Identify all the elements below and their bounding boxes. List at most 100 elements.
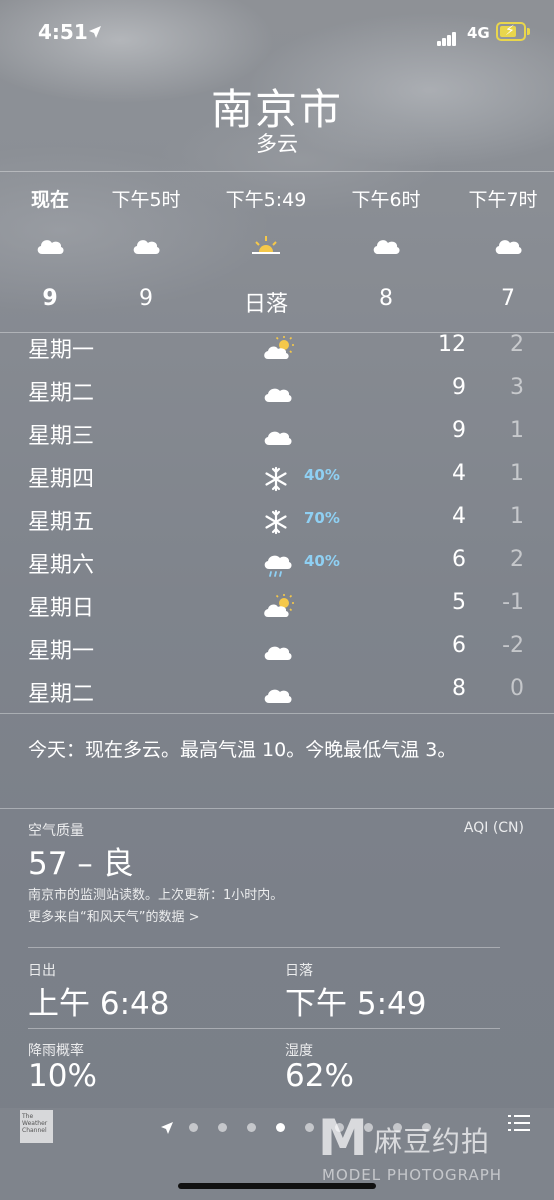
high-temp: 6 xyxy=(452,547,466,572)
hourly-temp: 8 xyxy=(379,286,393,311)
precip-probability: 40% xyxy=(304,552,340,570)
high-temp: 9 xyxy=(452,375,466,400)
daily-row: 星期三 9 1 xyxy=(0,413,554,456)
daily-row: 星期二 9 3 xyxy=(0,370,554,413)
humidity-value: 62% xyxy=(285,1058,354,1094)
home-indicator[interactable] xyxy=(178,1183,376,1189)
status-bar: 4:51 4G ⚡ xyxy=(0,0,554,64)
sunrise-label: 日出 xyxy=(28,963,56,979)
hourly-time: 下午7时 xyxy=(468,189,538,211)
cloud-icon xyxy=(264,646,292,660)
low-temp: 3 xyxy=(510,375,524,400)
low-temp: -2 xyxy=(502,633,524,658)
hourly-time: 现在 xyxy=(30,189,69,211)
divider xyxy=(28,947,500,948)
cloud-icon xyxy=(373,240,400,254)
daily-row: 星期一 12 2 xyxy=(0,327,554,370)
rain-icon xyxy=(264,555,292,577)
cloud-icon xyxy=(264,689,292,703)
divider xyxy=(28,1028,500,1029)
current-condition: 多云 xyxy=(256,132,298,156)
air-quality-more-link[interactable]: 更多来自“和风天气”的数据 > xyxy=(28,906,200,925)
sunrise-value: 上午 6:48 xyxy=(28,986,170,1022)
humidity-label: 湿度 xyxy=(285,1043,313,1059)
daily-row: 星期日 5 -1 xyxy=(0,585,554,628)
daily-row: 星期二 8 0 xyxy=(0,671,554,714)
location-arrow-icon xyxy=(89,26,101,38)
battery-icon: ⚡ xyxy=(496,22,526,41)
daily-row: 星期六 40% 6 2 xyxy=(0,542,554,585)
day-name: 星期日 xyxy=(28,596,95,621)
watermark-logo-icon: M xyxy=(318,1109,368,1167)
day-name: 星期三 xyxy=(28,424,95,449)
snow-icon xyxy=(265,509,287,535)
high-temp: 4 xyxy=(452,504,466,529)
cloud-icon xyxy=(37,240,64,254)
status-time: 4:51 xyxy=(38,20,88,44)
weather-channel-logo[interactable]: The Weather Channel xyxy=(20,1110,53,1143)
daily-row: 星期四 40% 4 1 xyxy=(0,456,554,499)
hourly-temp: 日落 xyxy=(243,292,288,317)
page-dot[interactable] xyxy=(189,1123,199,1132)
high-temp: 6 xyxy=(452,633,466,658)
air-quality-value: 57 – 良 xyxy=(28,846,134,882)
air-quality-description: 南京市的监测站读数。上次更新：1小时内。 xyxy=(28,888,284,903)
low-temp: 1 xyxy=(510,504,524,529)
snow-icon xyxy=(265,466,287,492)
daily-row: 星期一 6 -2 xyxy=(0,628,554,671)
day-name: 星期四 xyxy=(28,467,95,492)
cloud-icon xyxy=(495,240,522,254)
high-temp: 8 xyxy=(452,676,466,701)
hourly-time: 下午5时 xyxy=(111,189,181,211)
low-temp: -1 xyxy=(502,590,524,615)
divider xyxy=(0,713,554,714)
day-name: 星期一 xyxy=(28,639,95,664)
high-temp: 12 xyxy=(438,332,466,357)
divider xyxy=(0,808,554,809)
hourly-temp: 7 xyxy=(501,286,515,311)
page-dot[interactable] xyxy=(247,1123,257,1132)
partly-sunny-icon xyxy=(264,594,294,617)
high-temp: 9 xyxy=(452,418,466,443)
rain-chance-value: 10% xyxy=(28,1058,97,1094)
low-temp: 1 xyxy=(510,461,524,486)
cloud-icon xyxy=(264,431,292,445)
hourly-forecast[interactable]: 现在 9 下午5时 9 下午5:49 日落 下午6时 8 下午7时 7 xyxy=(0,172,554,332)
watermark: M 麻豆约拍 MODEL PHOTOGRAPH xyxy=(318,1110,554,1190)
high-temp: 5 xyxy=(452,590,466,615)
day-name: 星期一 xyxy=(28,338,95,363)
today-summary: 今天：现在多云。最高气温 10。今晚最低气温 3。 xyxy=(28,739,457,761)
cloud-icon xyxy=(133,240,160,254)
low-temp: 2 xyxy=(510,547,524,572)
page-dot-active[interactable] xyxy=(276,1123,286,1132)
daily-row: 星期五 70% 4 1 xyxy=(0,499,554,542)
precip-probability: 40% xyxy=(304,466,340,484)
aqi-unit: AQI (CN) xyxy=(463,820,524,836)
sunset-icon xyxy=(252,236,280,254)
precip-probability: 70% xyxy=(304,509,340,527)
sunset-label: 日落 xyxy=(285,963,313,979)
location-arrow-icon xyxy=(161,1121,173,1134)
network-type: 4G xyxy=(467,24,490,42)
day-name: 星期二 xyxy=(28,682,95,707)
hourly-temp: 9 xyxy=(139,286,153,311)
low-temp: 2 xyxy=(510,332,524,357)
page-dot[interactable] xyxy=(218,1123,228,1132)
hourly-time: 下午5:49 xyxy=(225,189,307,211)
air-quality-label: 空气质量 xyxy=(28,823,84,839)
page-dot[interactable] xyxy=(305,1123,315,1132)
day-name: 星期五 xyxy=(28,510,95,535)
watermark-subtext: MODEL PHOTOGRAPH xyxy=(322,1166,503,1184)
sunset-value: 下午 5:49 xyxy=(285,986,427,1022)
partly-sunny-icon xyxy=(264,336,294,359)
hourly-temp: 9 xyxy=(42,286,58,311)
day-name: 星期二 xyxy=(28,381,95,406)
signal-icon xyxy=(437,27,457,46)
high-temp: 4 xyxy=(452,461,466,486)
low-temp: 1 xyxy=(510,418,524,443)
hourly-time: 下午6时 xyxy=(351,189,421,211)
rain-chance-label: 降雨概率 xyxy=(28,1043,84,1059)
cloud-icon xyxy=(264,388,292,402)
day-name: 星期六 xyxy=(28,553,95,578)
low-temp: 0 xyxy=(510,676,524,701)
